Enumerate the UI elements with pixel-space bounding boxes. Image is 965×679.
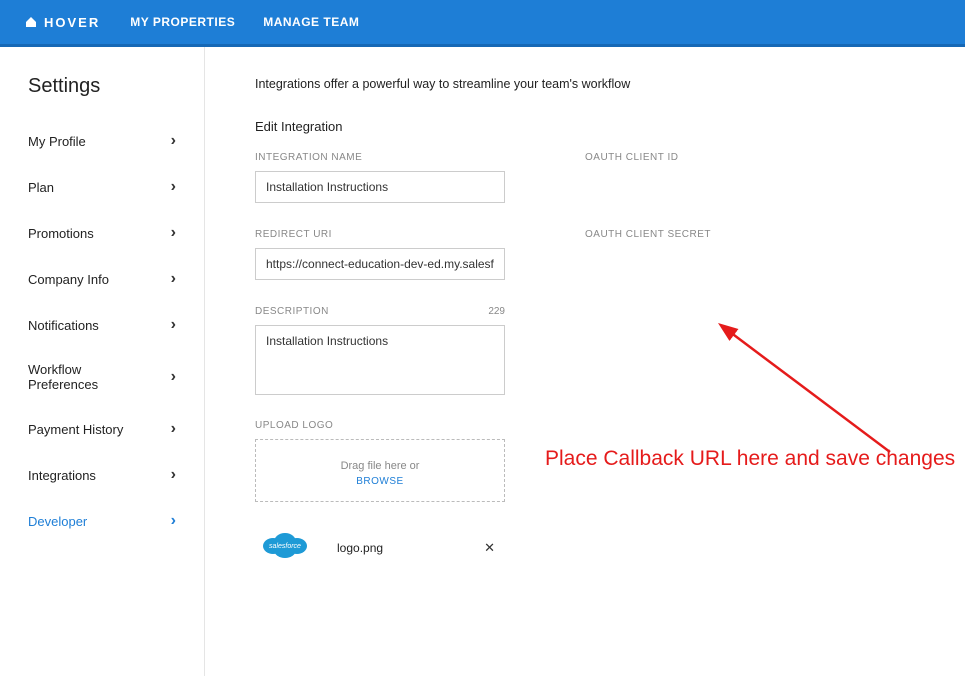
sidebar-item-promotions[interactable]: Promotions › [0,210,204,256]
description-label: DESCRIPTION [255,306,329,317]
sidebar-item-notifications[interactable]: Notifications › [0,302,204,348]
chevron-right-icon: › [171,466,176,484]
sidebar-item-label: Promotions [28,226,94,241]
integration-name-field: INTEGRATION NAME [255,152,505,203]
oauth-client-secret-label: OAUTH CLIENT SECRET [585,229,735,240]
upload-dropzone[interactable]: Drag file here or BROWSE [255,439,505,502]
redirect-uri-field: REDIRECT URI [255,229,505,280]
sidebar-item-my-profile[interactable]: My Profile › [0,118,204,164]
description-textarea[interactable] [255,325,505,395]
main-content: Integrations offer a powerful way to str… [205,47,965,676]
intro-text: Integrations offer a powerful way to str… [255,77,915,91]
sidebar-item-company-info[interactable]: Company Info › [0,256,204,302]
sidebar-item-integrations[interactable]: Integrations › [0,452,204,498]
sidebar-item-developer[interactable]: Developer › [0,498,204,544]
description-field: DESCRIPTION 229 [255,306,915,395]
brand-name: HOVER [44,15,100,30]
sidebar-item-plan[interactable]: Plan › [0,164,204,210]
chevron-right-icon: › [171,368,176,386]
svg-text:salesforce: salesforce [269,543,301,550]
oauth-client-id-field: OAUTH CLIENT ID [585,152,735,203]
sidebar-item-workflow-preferences[interactable]: Workflow Preferences › [0,348,204,406]
sidebar-item-label: My Profile [28,134,86,149]
description-counter: 229 [488,306,505,317]
sidebar-item-label: Integrations [28,468,96,483]
nav-my-properties[interactable]: MY PROPERTIES [130,15,235,29]
chevron-right-icon: › [171,270,176,288]
redirect-uri-label: REDIRECT URI [255,229,505,240]
sidebar-title: Settings [0,75,204,118]
uploaded-file-row: salesforce logo.png ✕ [255,528,505,567]
hover-logo-icon [24,15,38,29]
nav-manage-team[interactable]: MANAGE TEAM [263,15,359,29]
browse-button[interactable]: BROWSE [256,476,504,487]
chevron-right-icon: › [171,316,176,334]
upload-drag-text: Drag file here or [341,460,420,472]
sidebar: Settings My Profile › Plan › Promotions … [0,47,205,676]
chevron-right-icon: › [171,224,176,242]
oauth-client-secret-field: OAUTH CLIENT SECRET [585,229,735,280]
sidebar-item-label: Developer [28,514,87,529]
sidebar-item-label: Workflow Preferences [28,362,138,392]
sidebar-item-label: Company Info [28,272,109,287]
uploaded-file-name: logo.png [337,541,480,555]
edit-integration-title: Edit Integration [255,119,915,134]
oauth-client-id-label: OAUTH CLIENT ID [585,152,735,163]
chevron-right-icon: › [171,420,176,438]
annotation-text: Place Callback URL here and save changes [545,447,955,471]
sidebar-item-label: Notifications [28,318,99,333]
chevron-right-icon: › [171,178,176,196]
remove-file-button[interactable]: ✕ [480,536,499,560]
brand: HOVER [24,15,100,30]
sidebar-item-payment-history[interactable]: Payment History › [0,406,204,452]
integration-name-label: INTEGRATION NAME [255,152,505,163]
sidebar-item-label: Payment History [28,422,123,437]
integration-name-input[interactable] [255,171,505,203]
upload-logo-label: UPLOAD LOGO [255,420,333,431]
chevron-right-icon: › [171,512,176,530]
redirect-uri-input[interactable] [255,248,505,280]
upload-logo-section: UPLOAD LOGO Drag file here or BROWSE sal… [255,415,915,567]
salesforce-logo-icon: salesforce [261,528,309,567]
chevron-right-icon: › [171,132,176,150]
sidebar-item-label: Plan [28,180,54,195]
top-navbar: HOVER MY PROPERTIES MANAGE TEAM [0,0,965,47]
